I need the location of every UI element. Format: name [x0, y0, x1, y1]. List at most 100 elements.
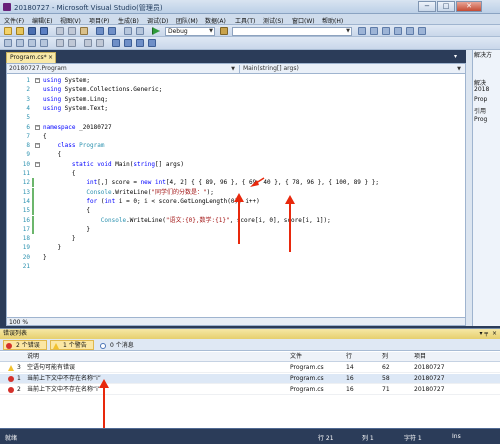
red-arrow: [234, 193, 244, 244]
platform-icon[interactable]: [220, 27, 228, 35]
maximize-button[interactable]: □: [437, 1, 455, 12]
panel-title: 解决方: [474, 52, 493, 59]
menu-debug[interactable]: 调试(D): [147, 16, 168, 25]
column-description[interactable]: 说明: [27, 352, 39, 362]
cut-icon[interactable]: [56, 27, 64, 35]
clear-bookmarks-icon[interactable]: [148, 39, 156, 47]
save-all-icon[interactable]: [40, 27, 48, 35]
find-combo[interactable]: ▼: [232, 27, 352, 36]
menu-view[interactable]: 视图(V): [60, 16, 81, 25]
menu-project[interactable]: 项目(P): [89, 16, 109, 25]
row-file: Program.cs: [290, 364, 324, 371]
member-dropdown[interactable]: Main(string[] args) ▼: [239, 65, 463, 73]
paste-icon[interactable]: [80, 27, 88, 35]
menu-build[interactable]: 生成(B): [118, 16, 139, 25]
menu-bar: 文件(F) 编辑(E) 视图(V) 项目(P) 生成(B) 调试(D) 团队(M…: [0, 14, 500, 25]
navigate-back-icon[interactable]: [124, 27, 132, 35]
document-tab-strip: Program.cs* × ▾: [0, 50, 466, 63]
row-description: 当前上下文中不存在名称“i”: [27, 375, 101, 382]
tab-label: Program.cs*: [10, 54, 47, 61]
configuration-select[interactable]: Debug ▼: [165, 27, 215, 36]
properties-icon[interactable]: [382, 27, 390, 35]
chevron-down-icon: ▼: [346, 28, 350, 34]
menu-data[interactable]: 数据(A): [205, 16, 226, 25]
tree-item-program[interactable]: Prog: [474, 116, 487, 123]
info-icon: [100, 343, 106, 349]
error-icon: [6, 343, 12, 349]
copy-icon[interactable]: [68, 27, 76, 35]
warnings-filter-button[interactable]: 1 个警告: [50, 340, 94, 350]
redo-icon[interactable]: [108, 27, 116, 35]
open-file-icon[interactable]: [16, 27, 24, 35]
find-in-files-icon[interactable]: [358, 27, 366, 35]
menu-file[interactable]: 文件(F): [4, 16, 24, 25]
comment-out-icon[interactable]: [84, 39, 92, 47]
status-line: 行 21: [318, 435, 334, 442]
messages-filter-button[interactable]: 0 个消息: [97, 340, 141, 350]
menu-test[interactable]: 测试(S): [263, 16, 284, 25]
tab-list-chevron-icon[interactable]: ▾: [454, 53, 462, 61]
tree-item-properties[interactable]: Prop: [474, 96, 487, 103]
decrease-indent-icon[interactable]: [56, 39, 64, 47]
close-icon[interactable]: ×: [492, 329, 497, 339]
error-icon: [8, 387, 14, 393]
close-icon[interactable]: ×: [48, 53, 53, 63]
row-number: 1: [17, 375, 21, 382]
toolbox-icon[interactable]: [406, 27, 414, 35]
toggle-bookmark-icon[interactable]: [112, 39, 120, 47]
column-column[interactable]: 列: [382, 352, 388, 362]
errors-filter-button[interactable]: 2 个错误: [3, 340, 47, 350]
error-list-panel: 错误列表 ▾ ╤ × 2 个错误 1 个警告 0 个消息 说明 文件 行 列 项…: [0, 328, 500, 434]
row-file: Program.cs: [290, 375, 324, 382]
tree-item-references[interactable]: 引用: [474, 106, 486, 115]
menu-edit[interactable]: 编辑(E): [32, 16, 52, 25]
table-row[interactable]: 3 空语句可能有错误 Program.cs 14 62 20180727: [0, 363, 500, 373]
column-line[interactable]: 行: [346, 352, 352, 362]
row-number: 3: [17, 364, 21, 371]
minimize-button[interactable]: −: [418, 1, 436, 12]
error-list-title: 错误列表: [3, 330, 28, 337]
row-project: 20180727: [414, 386, 445, 393]
annotation-arrows: [234, 177, 295, 252]
complete-word-icon[interactable]: [40, 39, 48, 47]
object-browser-icon[interactable]: [394, 27, 402, 35]
navigation-bar: 20180727.Program ▼ Main(string[] args) ▼: [6, 63, 466, 74]
start-debugging-icon[interactable]: [152, 27, 160, 35]
save-icon[interactable]: [28, 27, 36, 35]
navigate-forward-icon[interactable]: [136, 27, 144, 35]
increase-indent-icon[interactable]: [68, 39, 76, 47]
member-list-icon[interactable]: [4, 39, 12, 47]
table-row[interactable]: 1 当前上下文中不存在名称“i” Program.cs 16 58 20180727: [0, 374, 500, 384]
table-row[interactable]: 2 当前上下文中不存在名称“i” Program.cs 16 71 20180727: [0, 385, 500, 395]
status-insert-mode: Ins: [452, 433, 461, 440]
quick-info-icon[interactable]: [28, 39, 36, 47]
start-page-icon[interactable]: [418, 27, 426, 35]
zoom-level[interactable]: 100 %: [9, 319, 28, 326]
menu-team[interactable]: 团队(M): [176, 16, 198, 25]
uncomment-icon[interactable]: [96, 39, 104, 47]
row-line: 16: [346, 386, 354, 393]
error-icon: [8, 376, 14, 382]
row-project: 20180727: [414, 364, 445, 371]
undo-icon[interactable]: [96, 27, 104, 35]
previous-bookmark-icon[interactable]: [124, 39, 132, 47]
menu-help[interactable]: 帮助(H): [322, 16, 343, 25]
next-bookmark-icon[interactable]: [136, 39, 144, 47]
close-button[interactable]: ✕: [456, 1, 482, 12]
warning-icon: [8, 365, 14, 371]
column-file[interactable]: 文件: [290, 352, 302, 362]
tree-item-project[interactable]: 2018: [474, 86, 489, 93]
solution-explorer-icon[interactable]: [370, 27, 378, 35]
parameter-info-icon[interactable]: [16, 39, 24, 47]
pin-icon[interactable]: ▾ ╤: [479, 329, 488, 339]
menu-tools[interactable]: 工具(T): [235, 16, 255, 25]
tab-program-cs[interactable]: Program.cs* ×: [6, 52, 56, 63]
column-project[interactable]: 项目: [414, 352, 426, 362]
menu-window[interactable]: 窗口(W): [292, 16, 315, 25]
type-dropdown[interactable]: 20180727.Program ▼: [9, 65, 237, 73]
new-project-icon[interactable]: [4, 27, 12, 35]
warnings-count: 1 个警告: [63, 342, 87, 349]
code-editor[interactable]: 1− using System; 2 using System.Collections…: [6, 74, 466, 317]
red-arrow: [285, 195, 295, 252]
editor-horizontal-scrollbar[interactable]: 100 %: [6, 317, 466, 326]
